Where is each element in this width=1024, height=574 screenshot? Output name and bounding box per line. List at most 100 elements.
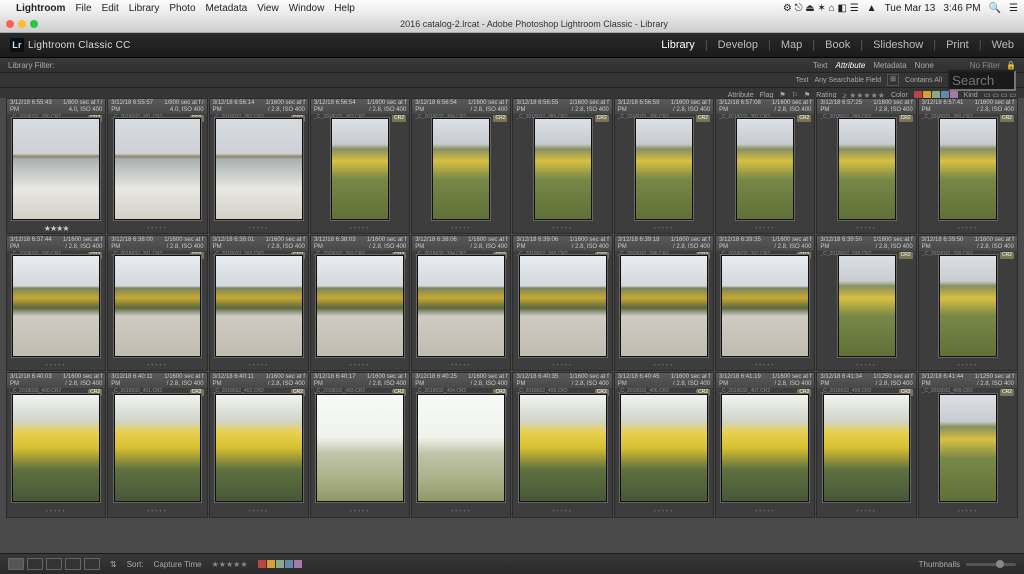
thumbnail-image[interactable] [919, 114, 1017, 224]
rating-dots[interactable]: ••••• [46, 509, 67, 515]
thumbnail-image[interactable] [615, 251, 713, 361]
thumbnail-image[interactable] [513, 251, 611, 361]
thumbnail-image[interactable] [210, 388, 308, 507]
rating-dots[interactable]: ••••• [147, 509, 168, 515]
menu-help[interactable]: Help [334, 3, 355, 14]
thumbnail-cell[interactable]: 3/12/18 6:39:18 PM_C_2018032_396.CR2 1/1… [614, 235, 714, 371]
thumbnail-image[interactable] [108, 114, 206, 224]
thumbnail-cell[interactable]: 3/12/18 6:57:25 PM_C_2018032_388.CR2 1/1… [816, 98, 916, 234]
thumbnail-cell[interactable]: 3/12/18 6:40:17 PM_C_2018032_403.CR2 1/1… [310, 372, 410, 518]
thumbnail-image[interactable] [615, 114, 713, 224]
thumbnail-cell[interactable]: 3/12/18 6:40:11 PM_C_2018032_402.CR2 1/1… [209, 372, 309, 518]
rating-dots[interactable]: ••••• [147, 226, 168, 232]
thumbnail-cell[interactable]: 3/12/18 6:40:11 PM_C_2018032_401.CR2 1/1… [107, 372, 207, 518]
search-input[interactable] [948, 70, 1016, 91]
thumbnail-image[interactable] [210, 251, 308, 361]
filter-preset[interactable]: No Filter [970, 61, 1000, 70]
rating-dots[interactable]: ••••• [654, 509, 675, 515]
thumbnail-image[interactable] [412, 114, 510, 224]
thumbnail-cell[interactable]: 3/12/18 6:38:06 PM_C_2018032_394.CR2 1/1… [411, 235, 511, 371]
rating-dots[interactable]: ••••• [451, 363, 472, 369]
thumbnail-cell[interactable]: 3/12/18 6:38:00 PM_C_2018032_391.CR2 1/1… [107, 235, 207, 371]
thumbnail-cell[interactable]: 3/12/18 6:41:34 PM_C_2018032_408.CR2 1/1… [816, 372, 916, 518]
rating-dots[interactable]: ••••• [248, 363, 269, 369]
rating-dots[interactable]: ••••• [451, 509, 472, 515]
rating-dots[interactable]: ••••• [350, 226, 371, 232]
thumbnail-size-slider[interactable] [966, 563, 1016, 566]
app-menu[interactable]: Lightroom [16, 3, 65, 14]
thumbnail-image[interactable] [108, 388, 206, 507]
rating-dots[interactable]: ••••• [755, 363, 776, 369]
thumbnail-cell[interactable]: 3/12/18 6:40:03 PM_C_2018032_400.CR2 1/1… [6, 372, 106, 518]
thumbnail-cell[interactable]: 3/12/18 6:57:41 PM_C_2018032_389.CR2 1/1… [918, 98, 1018, 234]
thumbnail-cell[interactable]: 3/12/18 6:39:06 PM_C_2018032_395.CR2 1/1… [512, 235, 612, 371]
rating-dots[interactable]: ••••• [958, 226, 979, 232]
thumbnail-cell[interactable]: 3/12/18 6:40:45 PM_C_2018032_406.CR2 1/1… [614, 372, 714, 518]
menu-library[interactable]: Library [129, 3, 160, 14]
thumbnail-cell[interactable]: 3/12/18 6:55:57 PM_C_2018032_381.CR2 1/8… [107, 98, 207, 234]
rating-dots[interactable]: ••••• [451, 226, 472, 232]
thumbnail-image[interactable] [817, 388, 915, 507]
thumbnail-cell[interactable]: 3/12/18 6:38:03 PM_C_2018032_393.CR2 1/1… [310, 235, 410, 371]
thumbnail-image[interactable] [108, 251, 206, 361]
thumbnail-cell[interactable]: 3/12/18 6:41:19 PM_C_2018032_407.CR2 1/1… [715, 372, 815, 518]
rating-dots[interactable]: ••••• [654, 363, 675, 369]
thumbnail-image[interactable] [817, 114, 915, 224]
menu-window[interactable]: Window [289, 3, 325, 14]
thumbnail-cell[interactable]: 3/12/18 6:39:50 PM_C_2018032_398.CR2 1/1… [816, 235, 916, 371]
module-print[interactable]: Print [946, 39, 969, 51]
filter-tab-metadata[interactable]: Metadata [873, 61, 906, 70]
thumbnail-image[interactable] [615, 388, 713, 507]
thumbnail-cell[interactable]: 3/12/18 6:41:44 PM_C_2018032_409.CR2 1/1… [918, 372, 1018, 518]
rating-dots[interactable]: ••••• [552, 226, 573, 232]
thumbnail-cell[interactable]: 3/12/18 6:56:55 PM_C_2018032_385.CR2 1/1… [512, 98, 612, 234]
thumbnail-image[interactable] [513, 114, 611, 224]
thumbnail-cell[interactable]: 3/12/18 6:56:54 PM_C_2018032_384.CR2 1/1… [411, 98, 511, 234]
thumbnail-cell[interactable]: 3/12/18 6:55:43 PM_C_2018032_380.CR2 1/8… [6, 98, 106, 234]
thumbnail-image[interactable] [210, 114, 308, 224]
rating-dots[interactable]: ••••• [755, 226, 776, 232]
thumbnail-cell[interactable]: 3/12/18 6:56:59 PM_C_2018032_386.CR2 1/1… [614, 98, 714, 234]
toolbar-rating[interactable]: ★★★★★ [212, 560, 248, 569]
thumbnail-image[interactable] [7, 251, 105, 361]
notifications-icon[interactable]: ☰ [1009, 3, 1018, 14]
module-develop[interactable]: Develop [718, 39, 758, 51]
thumbnail-image[interactable] [311, 114, 409, 224]
thumbnail-cell[interactable]: 3/12/18 6:56:54 PM_C_2018032_383.CR2 1/1… [310, 98, 410, 234]
thumbnail-cell[interactable]: 3/12/18 6:56:14 PM_C_2018032_382.CR2 1/1… [209, 98, 309, 234]
thumbnail-image[interactable] [311, 388, 409, 507]
menubar-extras[interactable]: ⚙ ⎋ ⏏ ✶ ⌂ ◧ ☰ [783, 3, 859, 14]
any-field-dropdown[interactable]: Any Searchable Field [814, 77, 881, 84]
thumbnail-image[interactable] [716, 114, 814, 224]
module-library[interactable]: Library [661, 39, 695, 51]
sort-direction-icon[interactable]: ⇅ [110, 560, 117, 569]
thumbnail-image[interactable] [513, 388, 611, 507]
menu-edit[interactable]: Edit [102, 3, 119, 14]
module-web[interactable]: Web [992, 39, 1014, 51]
rating-dots[interactable]: ••••• [654, 226, 675, 232]
menu-metadata[interactable]: Metadata [206, 3, 248, 14]
rating-dots[interactable]: ••••• [856, 509, 877, 515]
thumbnail-image[interactable] [817, 251, 915, 361]
module-book[interactable]: Book [825, 39, 850, 51]
module-slideshow[interactable]: Slideshow [873, 39, 923, 51]
rating-dots[interactable]: ••••• [147, 363, 168, 369]
rating-dots[interactable]: ••••• [350, 363, 371, 369]
rating-dots[interactable]: ••••• [856, 226, 877, 232]
menu-file[interactable]: File [75, 3, 91, 14]
window-minimize-button[interactable] [18, 20, 26, 28]
rating-dots[interactable]: ••••• [552, 363, 573, 369]
thumbnail-cell[interactable]: 3/12/18 6:40:35 PM_C_2018032_405.CR2 1/1… [512, 372, 612, 518]
view-mode-buttons[interactable] [8, 558, 100, 570]
rating-stars[interactable]: ★★★★ [44, 224, 69, 233]
thumbnail-image[interactable] [412, 251, 510, 361]
filter-lock-icon[interactable]: 🔒 [1006, 61, 1016, 70]
menu-view[interactable]: View [257, 3, 279, 14]
rating-dots[interactable]: ••••• [856, 363, 877, 369]
toolbar-color-labels[interactable] [258, 560, 302, 568]
window-maximize-button[interactable] [30, 20, 38, 28]
thumbnail-cell[interactable]: 3/12/18 6:39:50 PM_C_2018032_399.CR2 1/1… [918, 235, 1018, 371]
sort-value[interactable]: Capture Time [154, 560, 202, 569]
filter-tab-none[interactable]: None [915, 61, 934, 70]
thumbnail-image[interactable] [7, 388, 105, 507]
